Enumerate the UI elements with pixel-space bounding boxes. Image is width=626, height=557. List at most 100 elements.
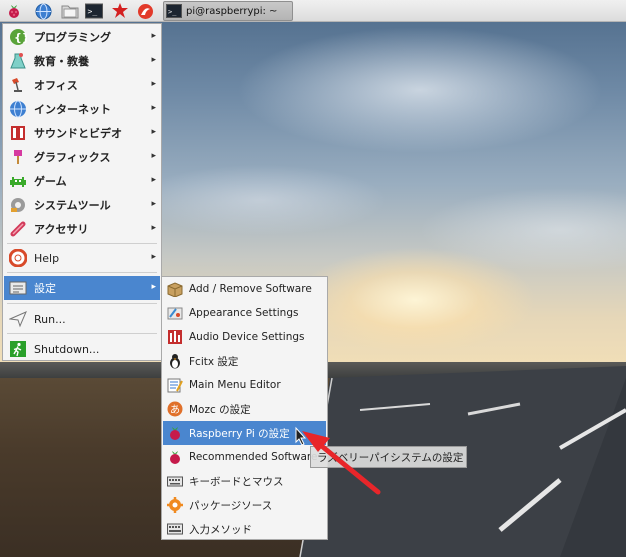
appearance-icon [166, 304, 184, 322]
menu-item-help[interactable]: Help ▸ [4, 246, 160, 270]
submenu-item-input-method[interactable]: 入力メソッド [163, 517, 326, 541]
chevron-right-icon: ▸ [151, 151, 156, 161]
preferences-submenu: Add / Remove Software Appearance Setting… [161, 276, 328, 540]
menu-item-label: システムツール [34, 199, 111, 212]
wolfram-icon[interactable] [135, 2, 155, 20]
taskbar-window-title: pi@raspberrypi: ~ [186, 5, 278, 17]
chevron-right-icon: ▸ [151, 55, 156, 65]
menu-item-internet[interactable]: インターネット ▸ [4, 97, 160, 121]
menu-item-label: オフィス [34, 79, 78, 92]
chevron-right-icon: ▸ [151, 252, 156, 262]
submenu-item-main-menu-editor[interactable]: Main Menu Editor [163, 373, 326, 397]
top-panel: >_ >_ pi@raspberrypi: ~ [0, 0, 626, 22]
run-icon [8, 309, 28, 329]
raspberry-menu-icon[interactable] [4, 2, 24, 20]
system-tools-icon [8, 195, 28, 215]
tooltip: ラズベリーパイシステムの設定 [310, 446, 467, 468]
submenu-item-label: Mozc の設定 [189, 403, 251, 416]
help-icon [8, 248, 28, 268]
accessories-icon [8, 219, 28, 239]
menu-separator [7, 333, 157, 334]
input-method-icon [166, 520, 184, 538]
menu-item-office[interactable]: オフィス ▸ [4, 73, 160, 97]
submenu-item-label: Main Menu Editor [189, 379, 281, 391]
menu-separator [7, 243, 157, 244]
menu-item-label: ゲーム [34, 175, 67, 188]
menu-item-label: 設定 [34, 282, 56, 295]
submenu-item-add-remove-software[interactable]: Add / Remove Software [163, 277, 326, 301]
menu-item-shutdown[interactable]: Shutdown... [4, 337, 160, 361]
raspberry-icon [166, 448, 184, 466]
menu-item-games[interactable]: ゲーム ▸ [4, 169, 160, 193]
menu-item-sound-video[interactable]: サウンドとビデオ ▸ [4, 121, 160, 145]
chevron-right-icon: ▸ [151, 103, 156, 113]
math-icon[interactable] [110, 2, 130, 20]
menu-item-preferences[interactable]: 設定 ▸ [4, 276, 160, 300]
menu-item-label: Run... [34, 312, 66, 326]
menu-item-label: Shutdown... [34, 342, 100, 356]
submenu-item-keyboard-mouse[interactable]: キーボードとマウス [163, 469, 326, 493]
menu-item-run[interactable]: Run... [4, 307, 160, 331]
mozc-icon: あ [166, 400, 184, 418]
menu-item-label: Help [34, 251, 60, 265]
svg-text:>_: >_ [168, 8, 177, 16]
chevron-right-icon: ▸ [151, 127, 156, 137]
chevron-right-icon: ▸ [151, 175, 156, 185]
submenu-item-mozc-settings[interactable]: あ Mozc の設定 [163, 397, 326, 421]
programming-icon: {} [8, 27, 28, 47]
svg-text:{}: {} [14, 31, 27, 44]
menu-item-label: グラフィックス [34, 151, 111, 164]
web-browser-icon[interactable] [33, 2, 53, 20]
submenu-item-label: Fcitx 設定 [189, 355, 239, 368]
menu-item-programming[interactable]: {} プログラミング ▸ [4, 25, 160, 49]
submenu-item-raspberry-pi-configuration[interactable]: Raspberry Pi の設定 [163, 421, 326, 445]
chevron-right-icon: ▸ [151, 282, 156, 292]
submenu-item-audio-device-settings[interactable]: Audio Device Settings [163, 325, 326, 349]
menu-separator [7, 303, 157, 304]
svg-text:>_: >_ [88, 7, 98, 16]
shutdown-icon [8, 339, 28, 359]
submenu-item-label: Recommended Software [189, 451, 318, 463]
terminal-taskbar-button[interactable]: >_ pi@raspberrypi: ~ [163, 1, 293, 21]
menu-item-label: プログラミング [34, 31, 111, 44]
sound-video-icon [8, 123, 28, 143]
package-source-icon [166, 496, 184, 514]
terminal-icon: >_ [166, 4, 182, 18]
fcitx-icon [166, 352, 184, 370]
package-icon [166, 280, 184, 298]
terminal-icon[interactable]: >_ [84, 2, 104, 20]
menu-item-system-tools[interactable]: システムツール ▸ [4, 193, 160, 217]
preferences-icon [8, 278, 28, 298]
education-icon [8, 51, 28, 71]
submenu-item-label: キーボードとマウス [189, 475, 284, 488]
chevron-right-icon: ▸ [151, 199, 156, 209]
chevron-right-icon: ▸ [151, 79, 156, 89]
submenu-item-label: Appearance Settings [189, 307, 299, 319]
menu-editor-icon [166, 376, 184, 394]
submenu-item-label: 入力メソッド [189, 523, 252, 536]
menu-item-education[interactable]: 教育・教養 ▸ [4, 49, 160, 73]
main-menu: {} プログラミング ▸ 教育・教養 ▸ オフィス ▸ インターネット ▸ サウ… [2, 23, 162, 361]
svg-text:あ: あ [170, 404, 180, 416]
menu-item-accessories[interactable]: アクセサリ ▸ [4, 217, 160, 241]
menu-item-label: アクセサリ [34, 223, 89, 236]
submenu-item-appearance-settings[interactable]: Appearance Settings [163, 301, 326, 325]
audio-icon [166, 328, 184, 346]
menu-item-label: サウンドとビデオ [34, 127, 122, 140]
menu-item-label: インターネット [34, 103, 111, 116]
tooltip-text: ラズベリーパイシステムの設定 [317, 451, 464, 464]
file-manager-icon[interactable] [60, 2, 80, 20]
submenu-item-recommended-software[interactable]: Recommended Software [163, 445, 326, 469]
submenu-item-label: Raspberry Pi の設定 [189, 427, 290, 440]
chevron-right-icon: ▸ [151, 31, 156, 41]
menu-item-graphics[interactable]: グラフィックス ▸ [4, 145, 160, 169]
raspberry-icon [166, 424, 184, 442]
games-icon [8, 171, 28, 191]
graphics-icon [8, 147, 28, 167]
internet-icon [8, 99, 28, 119]
menu-separator [7, 272, 157, 273]
submenu-item-package-sources[interactable]: パッケージソース [163, 493, 326, 517]
chevron-right-icon: ▸ [151, 223, 156, 233]
submenu-item-fcitx-settings[interactable]: Fcitx 設定 [163, 349, 326, 373]
office-icon [8, 75, 28, 95]
